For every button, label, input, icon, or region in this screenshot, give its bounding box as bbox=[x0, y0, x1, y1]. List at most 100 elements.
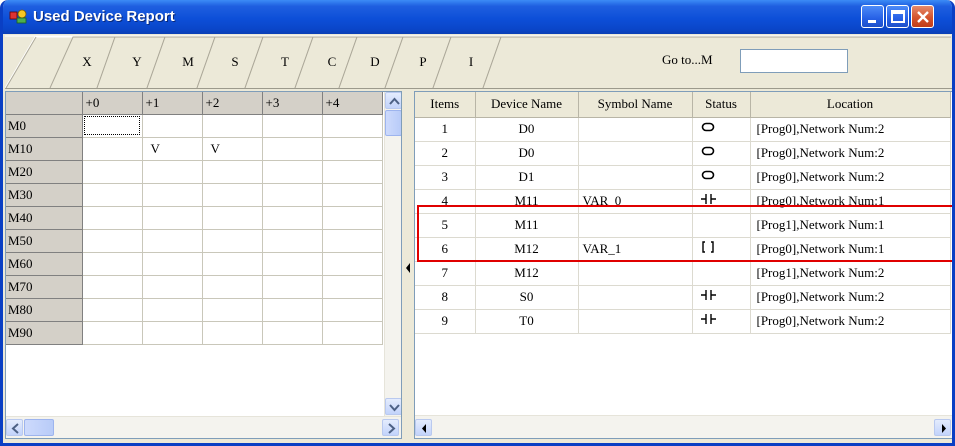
grid-cell[interactable] bbox=[322, 298, 383, 322]
grid-cell[interactable] bbox=[82, 206, 143, 230]
grid-cell[interactable] bbox=[322, 252, 383, 276]
hscroll-thumb[interactable] bbox=[24, 419, 54, 436]
tab-x[interactable]: X bbox=[67, 54, 107, 70]
minimize-button[interactable] bbox=[861, 5, 884, 28]
title-bar[interactable]: Used Device Report bbox=[3, 0, 952, 34]
grid-cell[interactable] bbox=[142, 275, 203, 299]
grid-cell[interactable] bbox=[202, 252, 263, 276]
table-row[interactable]: 5 M11 [Prog1],Network Num:1 bbox=[415, 213, 951, 238]
grid-cell[interactable] bbox=[262, 252, 323, 276]
table-row[interactable]: 1 D0 [Prog0],Network Num:2 bbox=[415, 117, 951, 142]
tab-y[interactable]: Y bbox=[117, 54, 157, 70]
grid-cell[interactable]: V bbox=[142, 137, 203, 161]
grid-cell[interactable] bbox=[202, 160, 263, 184]
grid-row-header[interactable]: M90 bbox=[6, 321, 83, 345]
col-location[interactable]: Location bbox=[750, 92, 951, 118]
grid-cell[interactable] bbox=[322, 137, 383, 161]
grid-cell[interactable] bbox=[202, 275, 263, 299]
grid-row-header[interactable]: M10 bbox=[6, 137, 83, 161]
grid-cell[interactable] bbox=[202, 229, 263, 253]
grid-cell[interactable] bbox=[262, 114, 323, 138]
grid-row-header[interactable]: M80 bbox=[6, 298, 83, 322]
grid-cell[interactable] bbox=[202, 298, 263, 322]
grid-row-header[interactable]: M20 bbox=[6, 160, 83, 184]
grid-cell[interactable] bbox=[142, 252, 203, 276]
grid-cell[interactable] bbox=[262, 298, 323, 322]
table-row[interactable]: 7 M12 [Prog1],Network Num:2 bbox=[415, 261, 951, 286]
grid-cell[interactable] bbox=[82, 229, 143, 253]
table-row[interactable]: 6 M12 VAR_1 [Prog0],Network Num:1 bbox=[415, 237, 951, 262]
grid-cell[interactable] bbox=[142, 114, 203, 138]
tab-i[interactable]: I bbox=[451, 54, 491, 70]
grid-horizontal-scrollbar[interactable] bbox=[6, 416, 401, 438]
col-device-name[interactable]: Device Name bbox=[475, 92, 579, 118]
grid-cell[interactable] bbox=[262, 206, 323, 230]
col-items[interactable]: Items bbox=[415, 92, 476, 118]
tab-c[interactable]: C bbox=[312, 54, 352, 70]
grid-cell[interactable] bbox=[262, 137, 323, 161]
grid-cell[interactable] bbox=[262, 160, 323, 184]
table-row[interactable]: 2 D0 [Prog0],Network Num:2 bbox=[415, 141, 951, 166]
table-row[interactable]: 3 D1 [Prog0],Network Num:2 bbox=[415, 165, 951, 190]
grid-cell[interactable] bbox=[322, 183, 383, 207]
grid-cell[interactable]: V bbox=[202, 137, 263, 161]
collapse-arrow-icon[interactable] bbox=[405, 262, 411, 274]
grid-cell[interactable] bbox=[202, 206, 263, 230]
grid-cell[interactable] bbox=[142, 206, 203, 230]
tab-t[interactable]: T bbox=[265, 54, 305, 70]
grid-cell[interactable] bbox=[322, 206, 383, 230]
grid-cell[interactable] bbox=[322, 114, 383, 138]
grid-cell[interactable] bbox=[142, 160, 203, 184]
scroll-thumb[interactable] bbox=[385, 110, 401, 136]
grid-col-header[interactable]: +4 bbox=[322, 92, 383, 115]
grid-col-header[interactable]: +0 bbox=[82, 92, 143, 115]
grid-cell[interactable] bbox=[262, 275, 323, 299]
col-symbol-name[interactable]: Symbol Name bbox=[578, 92, 693, 118]
col-status[interactable]: Status bbox=[692, 92, 751, 118]
grid-cell[interactable] bbox=[202, 114, 263, 138]
grid-cell[interactable] bbox=[322, 321, 383, 345]
grid-col-header[interactable]: +1 bbox=[142, 92, 203, 115]
tab-p[interactable]: P bbox=[403, 54, 443, 70]
table-row[interactable]: 8 S0 [Prog0],Network Num:2 bbox=[415, 285, 951, 310]
grid-cell[interactable] bbox=[82, 298, 143, 322]
grid-row-header[interactable]: M50 bbox=[6, 229, 83, 253]
grid-cell[interactable] bbox=[322, 275, 383, 299]
grid-cell[interactable] bbox=[82, 160, 143, 184]
grid-col-header[interactable]: +2 bbox=[202, 92, 263, 115]
scroll-down-button[interactable] bbox=[385, 398, 401, 415]
grid-cell[interactable] bbox=[82, 321, 143, 345]
grid-cell[interactable] bbox=[262, 229, 323, 253]
tab-m[interactable]: M bbox=[168, 54, 208, 70]
scroll-left-button[interactable] bbox=[415, 419, 432, 436]
grid-cell[interactable] bbox=[142, 321, 203, 345]
scroll-right-button[interactable] bbox=[382, 419, 399, 436]
grid-cell[interactable] bbox=[82, 137, 143, 161]
table-row[interactable]: 4 M11 VAR_0 [Prog0],Network Num:1 bbox=[415, 189, 951, 214]
grid-row-header[interactable]: M60 bbox=[6, 252, 83, 276]
tab-s[interactable]: S bbox=[215, 54, 255, 70]
grid-cell[interactable] bbox=[202, 321, 263, 345]
grid-cell[interactable] bbox=[142, 298, 203, 322]
grid-cell[interactable] bbox=[322, 160, 383, 184]
goto-input[interactable] bbox=[740, 49, 848, 73]
grid-cell[interactable] bbox=[82, 252, 143, 276]
scroll-left-button[interactable] bbox=[6, 419, 23, 436]
grid-cell[interactable] bbox=[142, 229, 203, 253]
table-row[interactable]: 9 T0 [Prog0],Network Num:2 bbox=[415, 309, 951, 334]
grid-row-header[interactable]: M40 bbox=[6, 206, 83, 230]
grid-cell[interactable] bbox=[202, 183, 263, 207]
grid-cell[interactable] bbox=[142, 183, 203, 207]
table-horizontal-scrollbar[interactable] bbox=[415, 415, 952, 438]
grid-cell[interactable] bbox=[322, 229, 383, 253]
grid-cell[interactable] bbox=[82, 183, 143, 207]
grid-row-header[interactable]: M30 bbox=[6, 183, 83, 207]
grid-row-header[interactable]: M70 bbox=[6, 275, 83, 299]
scroll-right-button[interactable] bbox=[934, 419, 951, 436]
close-button[interactable] bbox=[911, 5, 934, 28]
grid-cell[interactable] bbox=[82, 275, 143, 299]
grid-cell[interactable] bbox=[82, 114, 143, 138]
grid-vertical-scrollbar[interactable] bbox=[384, 92, 401, 416]
grid-cell[interactable] bbox=[262, 321, 323, 345]
scroll-up-button[interactable] bbox=[385, 92, 401, 109]
